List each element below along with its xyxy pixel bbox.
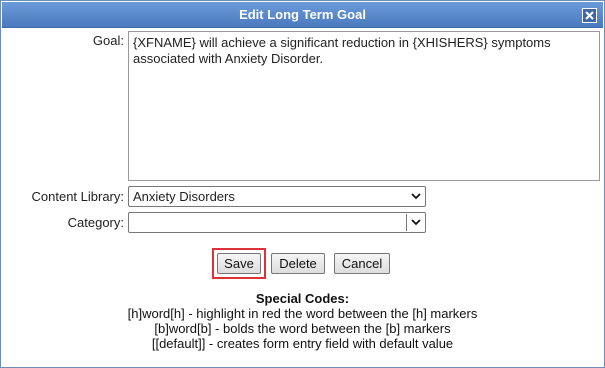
save-button[interactable]: Save: [217, 253, 261, 274]
edit-goal-dialog: Edit Long Term Goal Goal: {XFNAME} will …: [0, 0, 605, 368]
category-select[interactable]: [128, 212, 426, 233]
chevron-down-icon: [411, 219, 421, 226]
delete-button[interactable]: Delete: [271, 253, 325, 274]
close-x-glyph: [585, 11, 594, 20]
dialog-titlebar: Edit Long Term Goal: [2, 2, 603, 28]
goal-label: Goal:: [92, 33, 124, 48]
chevron-down-icon: [411, 193, 421, 200]
close-icon[interactable]: [582, 8, 597, 23]
special-code-line: [b]word[b] - bolds the word between the …: [154, 321, 451, 336]
content-library-select[interactable]: Anxiety Disorders: [128, 186, 426, 207]
special-codes: Special Codes: [h]word[h] - highlight in…: [1, 291, 604, 351]
dialog-title: Edit Long Term Goal: [239, 7, 366, 22]
content-library-label: Content Library:: [31, 189, 125, 204]
special-codes-heading: Special Codes:: [255, 291, 350, 306]
category-label: Category:: [67, 215, 124, 230]
category-divider: [406, 214, 407, 231]
content-library-value: Anxiety Disorders: [133, 189, 235, 204]
special-code-line: [h]word[h] - highlight in red the word b…: [127, 306, 478, 321]
cancel-button[interactable]: Cancel: [334, 253, 390, 274]
special-code-line: [[default]] - creates form entry field w…: [151, 336, 454, 351]
goal-textarea[interactable]: {XFNAME} will achieve a significant redu…: [128, 31, 600, 181]
